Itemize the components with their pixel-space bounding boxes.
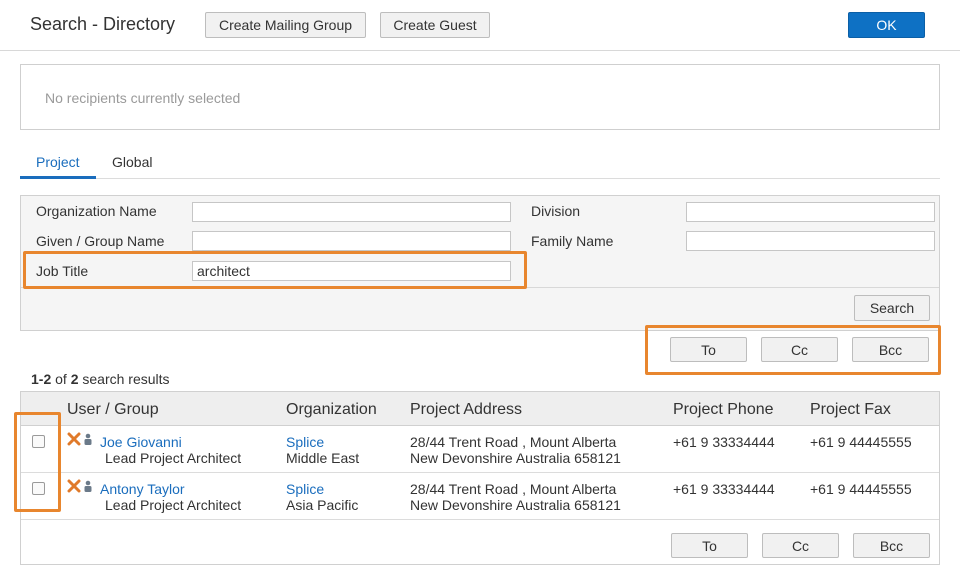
project-phone: +61 9 33334444 — [673, 481, 775, 497]
form-divider — [21, 287, 939, 288]
address-line-1: 28/44 Trent Road , Mount Alberta — [410, 434, 617, 450]
row-select-checkbox[interactable] — [32, 482, 45, 495]
create-mailing-group-button[interactable]: Create Mailing Group — [205, 12, 366, 38]
search-form: Organization Name Division Given / Group… — [20, 195, 940, 331]
create-guest-button[interactable]: Create Guest — [380, 12, 490, 38]
search-button[interactable]: Search — [854, 295, 930, 321]
given-group-name-input[interactable] — [192, 231, 511, 251]
results-suffix: search results — [82, 371, 170, 387]
organization-name-input[interactable] — [192, 202, 511, 222]
results-table: User / Group Organization Project Addres… — [20, 391, 940, 565]
user-name-link[interactable]: Joe Giovanni — [100, 434, 182, 450]
row-select-checkbox[interactable] — [32, 435, 45, 448]
external-x-icon — [67, 479, 81, 493]
directory-tabs: Project Global — [20, 150, 940, 179]
user-role: Lead Project Architect — [105, 450, 242, 466]
to-button-bottom[interactable]: To — [671, 533, 748, 558]
ok-button[interactable]: OK — [848, 12, 925, 38]
active-tab-indicator — [20, 176, 96, 179]
recipients-empty-text: No recipients currently selected — [45, 90, 241, 106]
column-organization[interactable]: Organization — [286, 401, 377, 419]
address-line-1: 28/44 Trent Road , Mount Alberta — [410, 481, 617, 497]
dialog-header: Search - Directory Create Mailing Group … — [0, 0, 960, 51]
bcc-button-bottom[interactable]: Bcc — [853, 533, 930, 558]
address-line-2: New Devonshire Australia 658121 — [410, 450, 621, 466]
bcc-button-top[interactable]: Bcc — [852, 337, 929, 362]
recipients-box[interactable]: No recipients currently selected — [20, 64, 940, 130]
table-header: User / Group Organization Project Addres… — [21, 391, 939, 426]
organization-link[interactable]: Splice — [286, 481, 324, 497]
column-project-address[interactable]: Project Address — [410, 401, 522, 419]
cc-button-top[interactable]: Cc — [761, 337, 838, 362]
family-name-label: Family Name — [531, 233, 614, 249]
organization-division: Middle East — [286, 450, 360, 466]
organization-name-label: Organization Name — [36, 203, 157, 219]
user-name-link[interactable]: Antony Taylor — [100, 481, 185, 497]
table-row[interactable]: Antony Taylor Lead Project Architect Spl… — [21, 473, 939, 520]
organization-division: Asia Pacific — [286, 497, 359, 513]
project-fax: +61 9 44445555 — [810, 434, 912, 450]
person-icon — [84, 433, 92, 445]
results-of: of — [55, 371, 67, 387]
division-input[interactable] — [686, 202, 935, 222]
results-total: 2 — [70, 371, 79, 387]
to-button-top[interactable]: To — [670, 337, 747, 362]
dialog-title: Search - Directory — [30, 14, 176, 34]
project-phone: +61 9 33334444 — [673, 434, 775, 450]
family-name-input[interactable] — [686, 231, 935, 251]
address-line-2: New Devonshire Australia 658121 — [410, 497, 621, 513]
project-fax: +61 9 44445555 — [810, 481, 912, 497]
column-project-fax[interactable]: Project Fax — [810, 401, 891, 419]
tab-global[interactable]: Global — [112, 154, 152, 170]
external-x-icon — [67, 432, 81, 446]
cc-button-bottom[interactable]: Cc — [762, 533, 839, 558]
results-count: 1-2 of 2 search results — [31, 371, 170, 387]
user-role: Lead Project Architect — [105, 497, 242, 513]
table-row[interactable]: Joe Giovanni Lead Project Architect Spli… — [21, 426, 939, 473]
job-title-label: Job Title — [36, 263, 89, 279]
person-icon — [84, 480, 92, 492]
given-group-name-label: Given / Group Name — [36, 233, 165, 249]
organization-link[interactable]: Splice — [286, 434, 324, 450]
tab-project[interactable]: Project — [36, 154, 80, 170]
column-user-group[interactable]: User / Group — [67, 401, 159, 419]
division-label: Division — [531, 203, 581, 219]
column-project-phone[interactable]: Project Phone — [673, 401, 774, 419]
job-title-input[interactable] — [192, 261, 511, 281]
results-range: 1-2 — [31, 371, 52, 387]
